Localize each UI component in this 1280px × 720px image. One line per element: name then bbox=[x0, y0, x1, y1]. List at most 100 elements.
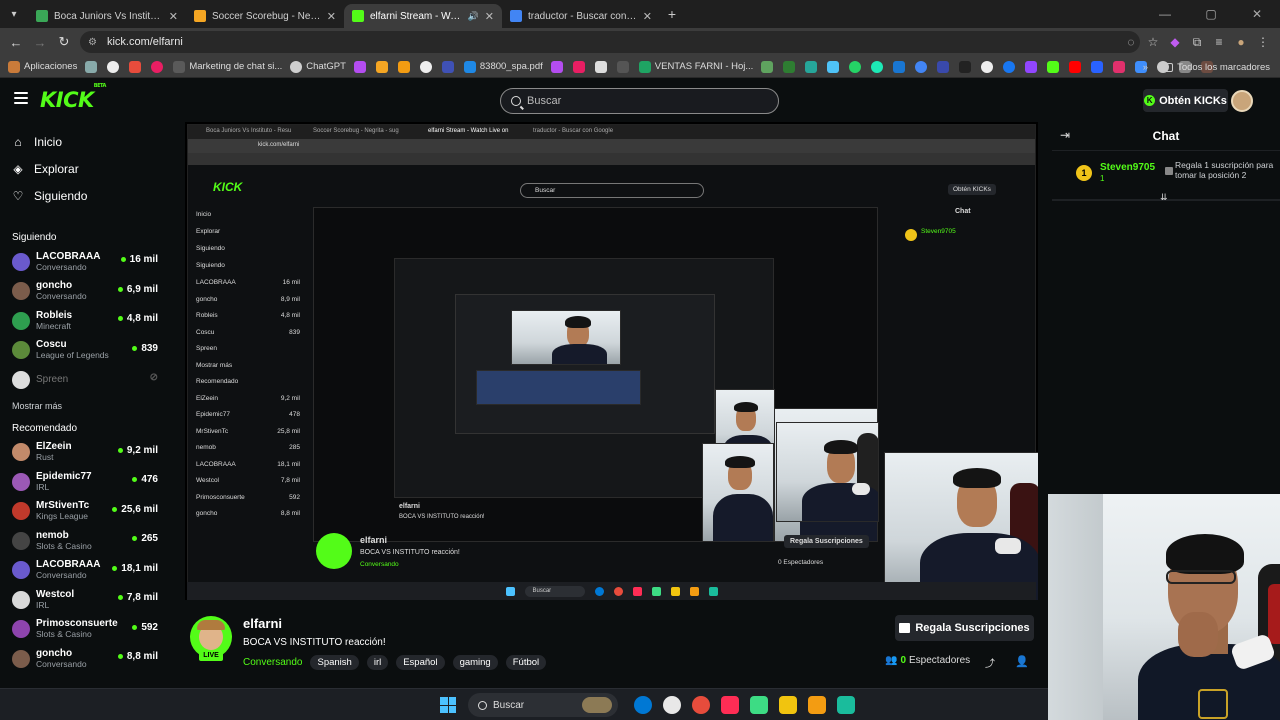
google-icon[interactable] bbox=[107, 60, 120, 73]
youtube-icon[interactable] bbox=[1069, 60, 1082, 73]
bookmark-icon-4[interactable] bbox=[375, 60, 388, 73]
bookmark-3[interactable]: VENTAS FARNI - Hoj... bbox=[638, 60, 753, 73]
star-icon[interactable]: ☆ bbox=[1142, 35, 1164, 49]
nav-item-explorar[interactable]: ◈ Explorar bbox=[0, 155, 175, 182]
show-more-link[interactable]: Mostrar más bbox=[0, 395, 175, 417]
minimize-icon[interactable]: — bbox=[1142, 7, 1188, 21]
x-icon[interactable] bbox=[616, 60, 629, 73]
url-field[interactable]: ⚙ kick.com/elfarni bbox=[80, 31, 1140, 53]
search-input[interactable]: Buscar bbox=[500, 88, 779, 114]
browser-tab-3[interactable]: traductor - Buscar con Google ✕ bbox=[502, 4, 660, 28]
channel-item[interactable]: LACOBRAAA Conversando 18,1 mil bbox=[0, 556, 175, 586]
forward-icon[interactable]: → bbox=[28, 35, 52, 50]
bookmark-icon-8[interactable] bbox=[550, 60, 563, 73]
bookmark-icon-12[interactable] bbox=[783, 60, 796, 73]
windows-start-icon[interactable] bbox=[440, 697, 456, 713]
video-player[interactable]: Boca Juniors Vs Instituto - Resu Soccer … bbox=[185, 122, 1038, 600]
stream-tag[interactable]: Español bbox=[396, 655, 445, 670]
bookmark-icon-2[interactable] bbox=[151, 60, 164, 73]
bookmark-icon-13[interactable] bbox=[805, 60, 818, 73]
puzzle-icon[interactable]: ⧉ bbox=[1186, 35, 1208, 50]
channel-item[interactable]: goncho Conversando 8,8 mil bbox=[0, 644, 175, 674]
taskbar-app-icon-2[interactable] bbox=[691, 696, 710, 714]
stream-tag[interactable]: Spanish bbox=[310, 655, 359, 670]
channel-item[interactable]: Epidemic77 IRL 476 bbox=[0, 467, 175, 497]
channel-item[interactable]: nemob Slots & Casino 265 bbox=[0, 526, 175, 556]
kick-bookmark-icon[interactable] bbox=[1047, 60, 1060, 73]
extension-kick-icon[interactable]: ◆ bbox=[1164, 35, 1186, 49]
bookmark-1[interactable]: ChatGPT bbox=[290, 60, 346, 73]
eye-off-icon[interactable]: ◌ bbox=[1120, 35, 1142, 49]
streamer-name[interactable]: elfarni bbox=[243, 616, 282, 631]
bookmark-icon-10[interactable] bbox=[594, 60, 607, 73]
close-tab-icon[interactable]: ✕ bbox=[643, 10, 652, 23]
stream-category[interactable]: Conversando bbox=[243, 657, 302, 668]
taskbar-app-icon-6[interactable] bbox=[807, 696, 826, 714]
channel-item[interactable]: Spreen ⊘ bbox=[0, 365, 175, 395]
tab-search-button[interactable]: ▾ bbox=[0, 0, 28, 28]
browser-tab-2[interactable]: elfarni Stream - Watch Live 🔊 ✕ bbox=[344, 4, 502, 28]
share-icon[interactable]: ⤴ bbox=[985, 655, 995, 670]
site-settings-icon[interactable]: ⚙ bbox=[88, 37, 97, 48]
taskbar-app-icon-4[interactable] bbox=[749, 696, 768, 714]
browser-tab-0[interactable]: Boca Juniors Vs Instituto - Resu ✕ bbox=[28, 4, 186, 28]
bookmark-icon-7[interactable] bbox=[441, 60, 454, 73]
bookmark-apps[interactable]: Aplicaciones bbox=[8, 60, 77, 73]
stream-tag[interactable]: irl bbox=[366, 655, 389, 670]
channel-item[interactable]: Westcol IRL 7,8 mil bbox=[0, 585, 175, 615]
bookmark-icon-6[interactable] bbox=[419, 60, 432, 73]
media-icon[interactable]: ≡ bbox=[1208, 35, 1230, 49]
close-tab-icon[interactable]: ✕ bbox=[169, 10, 178, 23]
nav-item-siguiendo[interactable]: ♡ Siguiendo bbox=[0, 182, 175, 209]
bookmark-icon-14[interactable] bbox=[827, 60, 840, 73]
channel-item[interactable]: Primosconsuerte Slots & Casino 592 bbox=[0, 615, 175, 645]
bookmark-icon-3[interactable] bbox=[353, 60, 366, 73]
channel-item[interactable]: ElZeein Rust 9,2 mil bbox=[0, 438, 175, 468]
expand-pinned-icon[interactable]: ⇊ bbox=[1160, 192, 1168, 203]
bookmark-icon-16[interactable] bbox=[893, 60, 906, 73]
hamburger-menu-icon[interactable] bbox=[14, 92, 28, 104]
bookmark-icon-20[interactable] bbox=[1025, 60, 1038, 73]
taskbar-search[interactable]: Buscar bbox=[468, 693, 618, 717]
gift-subs-button[interactable]: Regala Suscripciones bbox=[895, 615, 1034, 641]
taskbar-app-icon-7[interactable] bbox=[836, 696, 855, 714]
channel-item[interactable]: Robleis Minecraft 4,8 mil bbox=[0, 306, 175, 336]
whatsapp-icon[interactable] bbox=[849, 60, 862, 73]
taskbar-app-icon-3[interactable] bbox=[720, 696, 739, 714]
back-icon[interactable]: ← bbox=[4, 35, 28, 50]
close-window-icon[interactable]: ✕ bbox=[1234, 7, 1280, 21]
bookmark-icon-21[interactable] bbox=[1091, 60, 1104, 73]
tiktok-icon[interactable] bbox=[959, 60, 972, 73]
taskbar-app-icon-0[interactable] bbox=[633, 696, 652, 714]
taskbar-app-icon-5[interactable] bbox=[778, 696, 797, 714]
kick-logo[interactable]: KICKBETA bbox=[40, 83, 106, 112]
grid-icon[interactable] bbox=[85, 60, 98, 73]
user-avatar[interactable] bbox=[1231, 90, 1253, 112]
stream-tag[interactable]: gaming bbox=[452, 655, 498, 670]
channel-item[interactable]: LACOBRAAA Conversando 16 mil bbox=[0, 247, 175, 277]
browser-tab-1[interactable]: Soccer Scorebug - Negrita - sug ✕ bbox=[186, 4, 344, 28]
all-bookmarks[interactable]: » Todos los marcadores bbox=[1143, 56, 1270, 78]
bookmark-icon-5[interactable] bbox=[397, 60, 410, 73]
channel-item[interactable]: goncho Conversando 6,9 mil bbox=[0, 277, 175, 307]
maximize-icon[interactable]: ▢ bbox=[1188, 7, 1234, 21]
facebook-icon[interactable] bbox=[1003, 60, 1016, 73]
profile-icon[interactable]: ● bbox=[1230, 35, 1252, 49]
bookmark-icon-18[interactable] bbox=[937, 60, 950, 73]
bookmark-0[interactable]: Marketing de chat si... bbox=[173, 60, 282, 73]
instagram-icon[interactable] bbox=[1113, 60, 1126, 73]
chevron-right-icon[interactable]: » bbox=[1143, 62, 1148, 73]
bookmark-icon-15[interactable] bbox=[871, 60, 884, 73]
bookmark-icon-9[interactable] bbox=[572, 60, 585, 73]
menu-icon[interactable]: ⋮ bbox=[1252, 35, 1274, 49]
pinned-username[interactable]: Steven9705 bbox=[1100, 162, 1155, 173]
new-tab-button[interactable]: + bbox=[660, 6, 684, 22]
channel-item[interactable]: MrStivenTc Kings League 25,6 mil bbox=[0, 497, 175, 527]
close-tab-icon[interactable]: ✕ bbox=[327, 10, 336, 23]
bookmark-icon-19[interactable] bbox=[981, 60, 994, 73]
speaker-icon[interactable]: 🔊 bbox=[468, 11, 479, 22]
reload-icon[interactable]: ↻ bbox=[52, 34, 76, 50]
taskbar-app-icon-1[interactable] bbox=[662, 696, 681, 714]
bookmark-icon-1[interactable] bbox=[129, 60, 142, 73]
follow-icon[interactable]: 👤 bbox=[1015, 655, 1029, 668]
